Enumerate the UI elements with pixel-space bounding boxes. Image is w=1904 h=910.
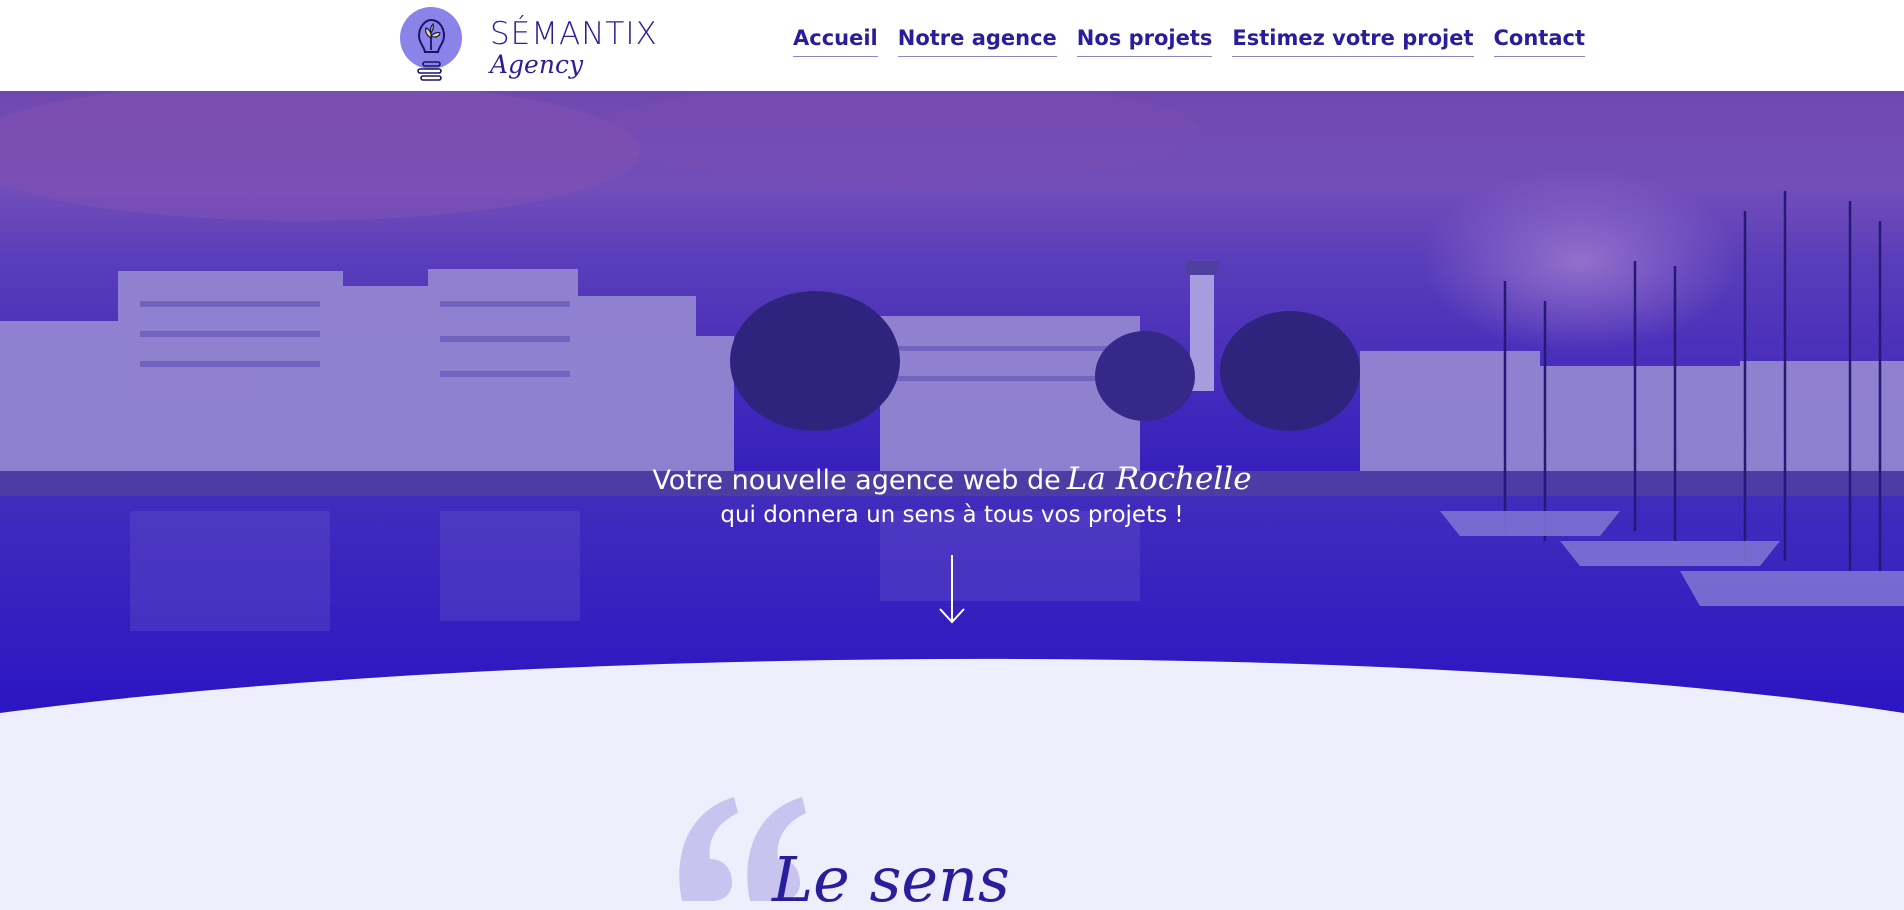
- hero-headline: Votre nouvelle agence web de La Rochelle: [0, 461, 1904, 497]
- nav-link-nos-projets[interactable]: Nos projets: [1076, 26, 1213, 57]
- hero-headline-city: La Rochelle: [1066, 461, 1252, 497]
- intro-section: Le sens: [0, 721, 1904, 910]
- hero-background-image: [0, 91, 1904, 721]
- hero-subheadline: qui donnera un sens à tous vos projets !: [720, 502, 1184, 528]
- nav-link-notre-agence[interactable]: Notre agence: [897, 26, 1057, 57]
- hero-banner: Votre nouvelle agence web de La Rochelle …: [0, 91, 1904, 721]
- nav-link-estimez-votre-projet[interactable]: Estimez votre projet: [1232, 26, 1474, 57]
- brand-tagline: Agency: [490, 50, 584, 79]
- lightbulb-sprout-icon: [400, 7, 462, 81]
- nav-link-contact[interactable]: Contact: [1493, 26, 1586, 57]
- arrow-down-icon[interactable]: [938, 553, 966, 625]
- brand-name: SÉMANTIX: [490, 16, 658, 52]
- site-header: SÉMANTIX Agency Accueil Notre agence Nos…: [0, 0, 1904, 91]
- section-title: Le sens: [772, 843, 1010, 910]
- main-nav: Accueil Notre agence Nos projets Estimez…: [793, 26, 1586, 57]
- hero-headline-text: Votre nouvelle agence web de: [652, 465, 1061, 496]
- nav-link-accueil[interactable]: Accueil: [793, 26, 878, 57]
- brand-logo[interactable]: SÉMANTIX Agency: [398, 6, 657, 86]
